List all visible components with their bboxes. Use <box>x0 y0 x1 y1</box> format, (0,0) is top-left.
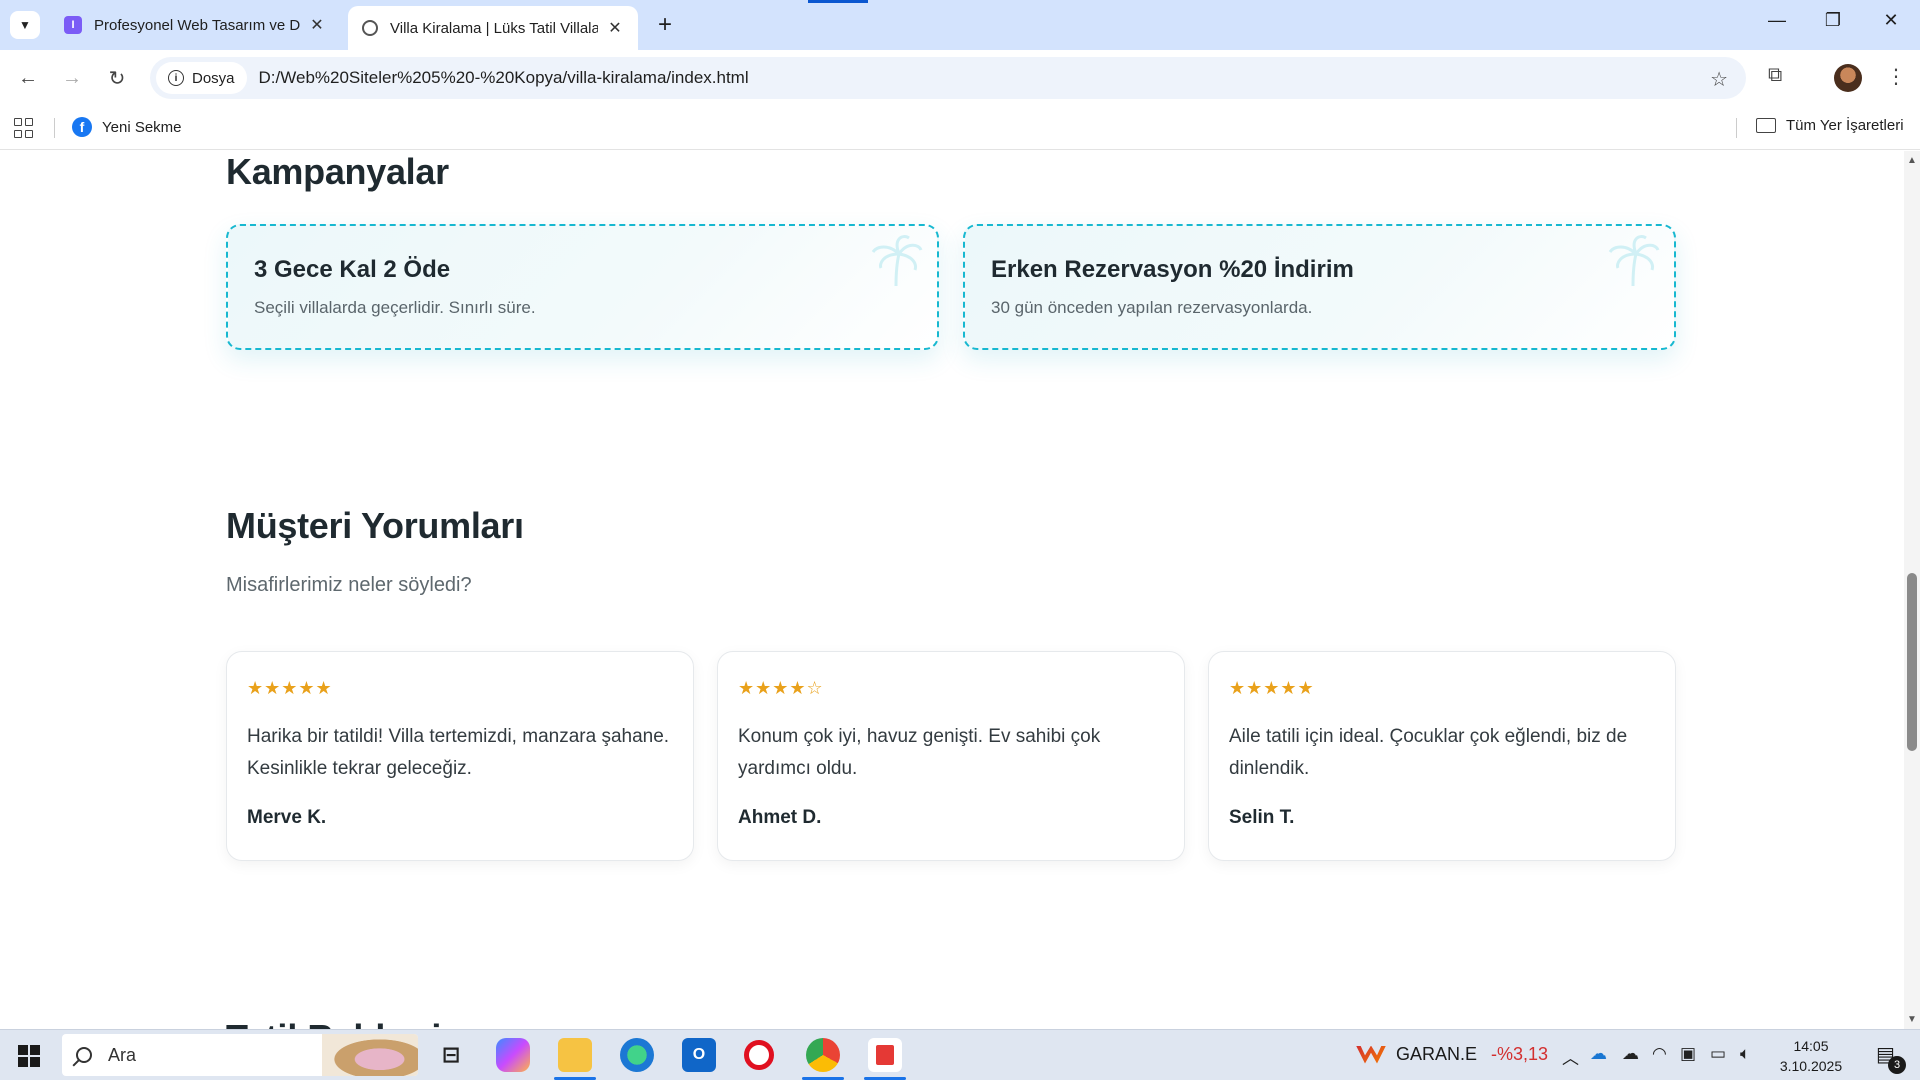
app-icon: I <box>64 16 82 34</box>
reviews-subtitle: Misafirlerimiz neler söyledi? <box>226 574 472 596</box>
review-author: Selin T. <box>1229 807 1295 828</box>
battery-icon[interactable]: ▭ <box>1710 1044 1726 1064</box>
tab-accent <box>808 0 868 3</box>
forward-arrow-icon[interactable]: → <box>58 64 86 92</box>
all-bookmarks-button[interactable]: Tüm Yer İşaretleri <box>1756 117 1904 134</box>
review-text: Aile tatili için ideal. Çocuklar çok eğl… <box>1229 726 1628 779</box>
campaign-card[interactable]: Erken Rezervasyon %20 İndirim 30 gün önc… <box>963 224 1676 350</box>
bookmark-star-icon[interactable]: ☆ <box>1710 67 1728 92</box>
next-section-title: Tatil Rehberi <box>226 1017 441 1029</box>
clock-date: 3.10.2025 <box>1779 1058 1843 1074</box>
browser-toolbar: ← → ↻ i Dosya D:/Web%20Siteler%205%20-%2… <box>0 50 1920 106</box>
review-card: ★★★★☆ Konum çok iyi, havuz genişti. Ev s… <box>717 651 1185 861</box>
opera-icon[interactable] <box>744 1040 774 1070</box>
campaign-desc: 30 gün önceden yapılan rezervasyonlarda. <box>991 298 1313 317</box>
scrollbar-thumb[interactable] <box>1907 573 1917 751</box>
wifi-icon[interactable]: ◠ <box>1652 1044 1667 1064</box>
stock-widget[interactable]: GARAN.E -%3,13 <box>1356 1044 1548 1065</box>
chevron-down-icon: ▼ <box>19 18 31 32</box>
page-scrollbar[interactable]: ▲ ▼ <box>1904 151 1920 1029</box>
folder-icon <box>1756 118 1776 133</box>
taskbar: Ara ⊟ O GARAN.E -%3,13 ︿ ☁ ☁ ◠ ▣ ▭ 🔈︎ 14… <box>0 1029 1920 1080</box>
search-icon <box>76 1047 92 1063</box>
review-text: Konum çok iyi, havuz genişti. Ev sahibi … <box>738 726 1101 779</box>
outlook-icon[interactable]: O <box>682 1038 716 1072</box>
profile-avatar[interactable] <box>1834 64 1862 92</box>
campaign-card[interactable]: 3 Gece Kal 2 Öde Seçili villalarda geçer… <box>226 224 939 350</box>
tab-title: Profesyonel Web Tasarım ve Dij <box>94 16 300 34</box>
bookmark-label: Yeni Sekme <box>102 118 182 136</box>
restore-button[interactable]: ❐ <box>1818 10 1848 31</box>
review-list: ★★★★★ Harika bir tatildi! Villa tertemiz… <box>226 651 1676 861</box>
stock-change: -%3,13 <box>1491 1044 1549 1064</box>
edge-icon[interactable] <box>620 1038 654 1072</box>
search-placeholder: Ara <box>108 1044 137 1065</box>
device-icon[interactable]: ▣ <box>1680 1044 1696 1064</box>
security-label: Dosya <box>192 69 235 87</box>
scroll-down-icon[interactable]: ▼ <box>1907 1014 1917 1025</box>
extensions-icon[interactable]: ⧉ <box>1768 64 1782 87</box>
clock-time: 14:05 <box>1793 1038 1829 1054</box>
cloud-error-icon[interactable]: ☁ <box>1622 1044 1639 1064</box>
address-bar[interactable]: i Dosya D:/Web%20Siteler%205%20-%20Kopya… <box>150 57 1746 99</box>
all-bookmarks-label: Tüm Yer İşaretleri <box>1786 117 1904 134</box>
tab-title: Villa Kiralama | Lüks Tatil Villaları <box>390 19 598 37</box>
task-view-icon[interactable]: ⊟ <box>434 1038 468 1072</box>
facebook-icon: f <box>72 117 92 137</box>
apps-grid-icon[interactable] <box>14 118 34 138</box>
minimize-button[interactable]: — <box>1762 10 1792 31</box>
star-rating: ★★★★☆ <box>738 678 824 698</box>
window-close-button[interactable]: ✕ <box>1876 10 1906 31</box>
review-author: Ahmet D. <box>738 807 822 828</box>
close-icon[interactable]: ✕ <box>308 15 326 35</box>
scroll-up-icon[interactable]: ▲ <box>1907 155 1917 166</box>
chevron-up-icon[interactable]: ︿ <box>1562 1044 1579 1069</box>
star-rating: ★★★★★ <box>1229 678 1315 698</box>
taskbar-search[interactable]: Ara <box>62 1034 418 1076</box>
kebab-menu-icon[interactable]: ⋮ <box>1886 64 1906 89</box>
bookmark-yeni-sekme[interactable]: f Yeni Sekme <box>72 117 182 137</box>
tab-list-button[interactable]: ▼ <box>10 11 40 39</box>
page-viewport: Kampanyalar 3 Gece Kal 2 Öde Seçili vill… <box>0 151 1904 1029</box>
reviews-title: Müşteri Yorumları <box>226 505 524 546</box>
review-card: ★★★★★ Aile tatili için ideal. Çocuklar ç… <box>1208 651 1676 861</box>
stock-logo-icon <box>1356 1045 1386 1064</box>
review-text: Harika bir tatildi! Villa tertemizdi, ma… <box>247 726 670 779</box>
site-info-chip[interactable]: i Dosya <box>156 62 247 94</box>
close-icon[interactable]: ✕ <box>606 18 624 38</box>
back-arrow-icon[interactable]: ← <box>14 64 42 92</box>
stock-symbol: GARAN.E <box>1396 1044 1478 1064</box>
review-card: ★★★★★ Harika bir tatildi! Villa tertemiz… <box>226 651 694 861</box>
search-highlight-image <box>322 1034 418 1076</box>
system-clock[interactable]: 14:05 3.10.2025 <box>1776 1036 1846 1076</box>
copilot-icon[interactable] <box>496 1038 530 1072</box>
notification-badge: 3 <box>1888 1056 1906 1074</box>
new-tab-button[interactable]: + <box>652 12 678 38</box>
tab-web-design[interactable]: I Profesyonel Web Tasarım ve Dij ✕ <box>50 6 340 44</box>
campaign-list: 3 Gece Kal 2 Öde Seçili villalarda geçer… <box>226 224 1676 350</box>
review-author: Merve K. <box>247 807 327 828</box>
url-text[interactable]: D:/Web%20Siteler%205%20-%20Kopya/villa-k… <box>259 68 749 88</box>
campaign-title: 3 Gece Kal 2 Öde <box>254 256 451 283</box>
palm-tree-icon <box>1608 235 1660 287</box>
campaign-desc: Seçili villalarda geçerlidir. Sınırlı sü… <box>254 298 536 317</box>
file-explorer-icon[interactable] <box>554 1038 596 1080</box>
bookmarks-bar: f Yeni Sekme Tüm Yer İşaretleri <box>0 106 1920 150</box>
onedrive-icon[interactable]: ☁ <box>1590 1044 1607 1064</box>
divider <box>1736 118 1737 138</box>
star-rating: ★★★★★ <box>247 678 333 698</box>
volume-icon[interactable]: 🔈︎ <box>1740 1044 1750 1064</box>
reload-icon[interactable]: ↻ <box>103 64 131 92</box>
campaign-title: Erken Rezervasyon %20 İndirim <box>991 256 1354 283</box>
tab-villa-kiralama[interactable]: Villa Kiralama | Lüks Tatil Villaları ✕ <box>348 6 638 50</box>
campaigns-title: Kampanyalar <box>226 151 449 192</box>
divider <box>54 118 55 138</box>
windows-start-icon[interactable] <box>18 1045 40 1067</box>
tab-bar: ▼ I Profesyonel Web Tasarım ve Dij ✕ Vil… <box>0 0 1920 50</box>
info-icon: i <box>168 70 184 86</box>
presentation-app-icon[interactable] <box>864 1038 906 1080</box>
palm-tree-icon <box>871 235 923 287</box>
globe-icon <box>362 20 378 36</box>
chrome-icon[interactable] <box>802 1038 844 1080</box>
